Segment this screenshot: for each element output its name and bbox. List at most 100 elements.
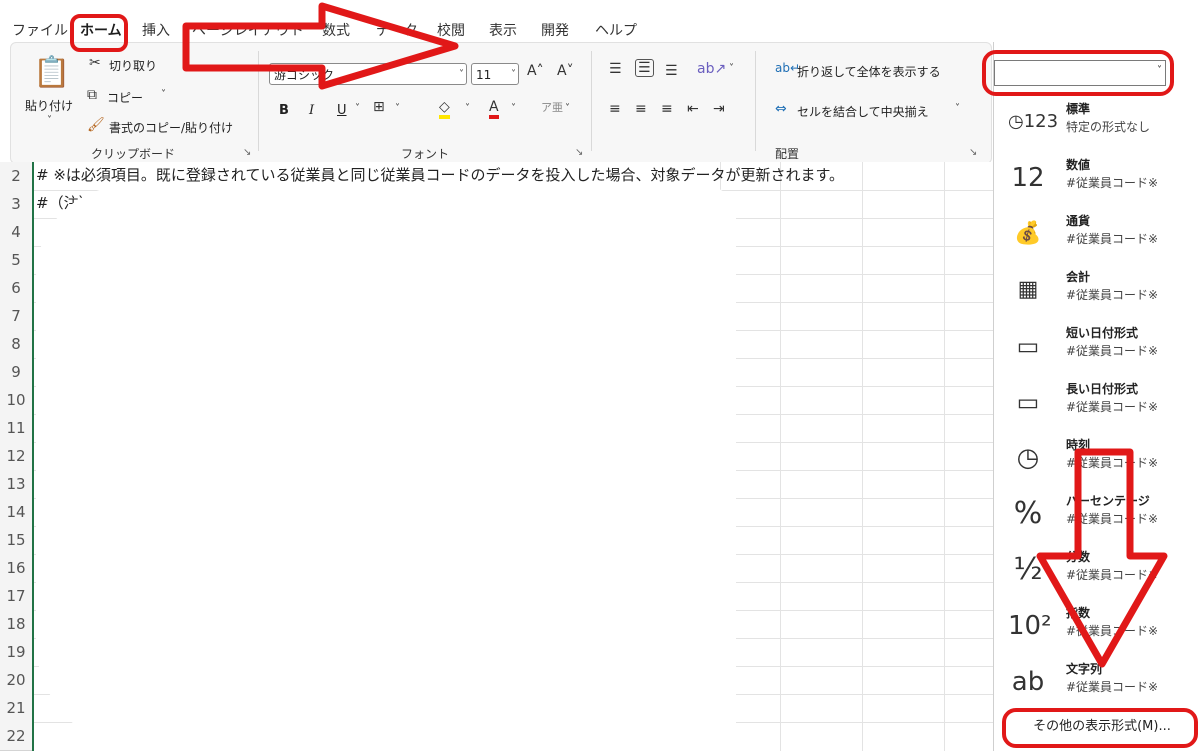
clipboard-launcher-icon[interactable]: ↘ — [243, 147, 251, 158]
font-size-combo[interactable]: 11 ˅ — [471, 63, 519, 85]
italic-button[interactable]: I — [309, 103, 314, 118]
tab-developer[interactable]: 開発 — [541, 20, 569, 40]
increase-font-icon[interactable]: A˄ — [527, 63, 544, 79]
alignment-launcher-icon[interactable]: ↘ — [969, 147, 977, 158]
cell-row2-text[interactable]: # ※は必須項目。既に登録されている従業員と同じ従業員コードのデータを投入した場… — [36, 164, 844, 185]
decrease-font-icon[interactable]: A˅ — [557, 63, 574, 79]
font-color-dropdown-icon[interactable]: ˅ — [511, 103, 516, 114]
row-header[interactable]: 12 — [0, 442, 32, 471]
fill-dropdown-icon[interactable]: ˅ — [465, 103, 470, 114]
align-top-icon[interactable]: ☰ — [609, 61, 622, 77]
format-name: 数値 — [1066, 158, 1091, 172]
underline-button[interactable]: U — [337, 103, 347, 118]
tab-view[interactable]: 表示 — [489, 20, 517, 40]
border-dropdown-icon[interactable]: ˅ — [395, 103, 400, 114]
number-format-item-accounting[interactable]: ▦ 会計 #従業員コード※ — [1000, 264, 1200, 320]
font-group-label: フォント — [401, 147, 450, 161]
increase-indent-icon[interactable]: ⇥ — [713, 101, 725, 117]
merge-center-button[interactable]: セルを結合して中央揃え — [797, 103, 929, 120]
format-painter-button[interactable]: 書式のコピー/貼り付け — [109, 119, 233, 136]
copy-button[interactable]: コピー — [107, 89, 143, 106]
paste-button[interactable]: 貼り付け — [25, 97, 73, 114]
format-name: パーセンテージ — [1066, 494, 1150, 508]
bold-button[interactable]: B — [279, 103, 289, 118]
number-format-item-time[interactable]: ◷ 時刻 #従業員コード※ — [1000, 432, 1200, 488]
tab-review[interactable]: 校閲 — [437, 20, 465, 40]
tab-file[interactable]: ファイル — [12, 20, 68, 40]
row-header[interactable]: 20 — [0, 666, 32, 695]
selected-column-edge — [32, 162, 34, 751]
row-header[interactable]: 14 — [0, 498, 32, 527]
fill-color-icon[interactable]: ◇ — [439, 99, 450, 119]
decrease-indent-icon[interactable]: ⇤ — [687, 101, 699, 117]
format-sample: #従業員コード※ — [1066, 624, 1159, 638]
format-name: 会計 — [1066, 270, 1091, 284]
row-header[interactable]: 7 — [0, 302, 32, 331]
row-header[interactable]: 3 — [0, 190, 32, 219]
row-header[interactable]: 22 — [0, 722, 32, 751]
spreadsheet-grid[interactable]: 2 3 4 5 6 7 8 9 10 11 12 13 14 15 16 17 … — [0, 162, 993, 751]
calendar-icon: ▭ — [1016, 388, 1040, 416]
orientation-icon[interactable]: ab↗ — [697, 61, 726, 77]
copy-dropdown-icon[interactable]: ˅ — [161, 89, 166, 100]
phonetic-dropdown-icon[interactable]: ˅ — [565, 103, 570, 114]
row-header[interactable]: 5 — [0, 246, 32, 275]
format-name: 標準 — [1066, 102, 1091, 116]
row-header[interactable]: 21 — [0, 694, 32, 723]
tab-data[interactable]: データ — [376, 20, 418, 40]
alignment-group-label: 配置 — [775, 147, 800, 161]
row-header[interactable]: 11 — [0, 414, 32, 443]
row-header[interactable]: 16 — [0, 554, 32, 583]
number-format-item-scientific[interactable]: 10² 指数 #従業員コード※ — [1000, 600, 1200, 656]
tab-page-layout[interactable]: ページレイアウト — [192, 20, 304, 40]
number-format-item-text[interactable]: ab 文字列 #従業員コード※ — [1000, 656, 1200, 712]
tab-help[interactable]: ヘルプ — [595, 20, 637, 40]
number-format-item-short-date[interactable]: ▭ 短い日付形式 #従業員コード※ — [1000, 320, 1200, 376]
number-format-item-number[interactable]: 12 数値 #従業員コード※ — [1000, 152, 1200, 208]
highlight-more-formats — [1002, 708, 1198, 748]
row-header[interactable]: 9 — [0, 358, 32, 387]
font-color-icon[interactable]: A — [489, 99, 499, 119]
row-header[interactable]: 15 — [0, 526, 32, 555]
row-header[interactable]: 10 — [0, 386, 32, 415]
format-sample: #従業員コード※ — [1066, 288, 1159, 302]
exponent-icon: 10² — [1008, 611, 1052, 641]
number-format-item-percentage[interactable]: % パーセンテージ #従業員コード※ — [1000, 488, 1200, 544]
underline-dropdown-icon[interactable]: ˅ — [355, 103, 360, 114]
row-header[interactable]: 17 — [0, 582, 32, 611]
row-header[interactable]: 13 — [0, 470, 32, 499]
tab-insert[interactable]: 挿入 — [142, 20, 170, 40]
align-left-icon[interactable]: ≡ — [609, 101, 621, 117]
paste-icon[interactable]: 📋 — [33, 55, 70, 90]
format-sample: #従業員コード※ — [1066, 400, 1159, 414]
paste-dropdown-icon[interactable]: ˅ — [47, 115, 52, 126]
orientation-dropdown-icon[interactable]: ˅ — [729, 63, 734, 74]
format-painter-icon: 🖌 — [87, 117, 105, 133]
row-header[interactable]: 19 — [0, 638, 32, 667]
phonetic-icon[interactable]: ア亜 — [541, 99, 563, 115]
align-bottom-icon[interactable]: ☰ — [665, 63, 678, 79]
align-middle-icon[interactable]: ☰ — [635, 59, 654, 77]
merge-dropdown-icon[interactable]: ˅ — [955, 103, 960, 114]
number-format-item-long-date[interactable]: ▭ 長い日付形式 #従業員コード※ — [1000, 376, 1200, 432]
align-center-icon[interactable]: ≡ — [635, 101, 647, 117]
tab-formulas[interactable]: 数式 — [322, 20, 350, 40]
cut-button[interactable]: 切り取り — [109, 57, 157, 74]
font-name-combo[interactable]: 游ゴシック ˅ — [269, 63, 467, 85]
row-header[interactable]: 6 — [0, 274, 32, 303]
row-header[interactable]: 18 — [0, 610, 32, 639]
clock-icon: ◷ — [1016, 443, 1040, 473]
font-launcher-icon[interactable]: ↘ — [575, 147, 583, 158]
row-header[interactable]: 8 — [0, 330, 32, 359]
format-name: 文字列 — [1066, 662, 1103, 676]
number-format-item-fraction[interactable]: ½ 分数 #従業員コード※ — [1000, 544, 1200, 600]
row-header[interactable]: 4 — [0, 218, 32, 247]
number-format-item-general[interactable]: ◷123 標準 特定の形式なし — [1000, 96, 1200, 152]
number-format-item-currency[interactable]: 💰 通貨 #従業員コード※ — [1000, 208, 1200, 264]
align-right-icon[interactable]: ≡ — [661, 101, 673, 117]
row-header[interactable]: 2 — [0, 162, 32, 191]
wrap-text-button[interactable]: 折り返して全体を表示する — [797, 63, 941, 80]
percent-icon: % — [1013, 496, 1043, 531]
format-name: 通貨 — [1066, 214, 1091, 228]
border-icon[interactable]: ⊞ — [373, 99, 385, 115]
